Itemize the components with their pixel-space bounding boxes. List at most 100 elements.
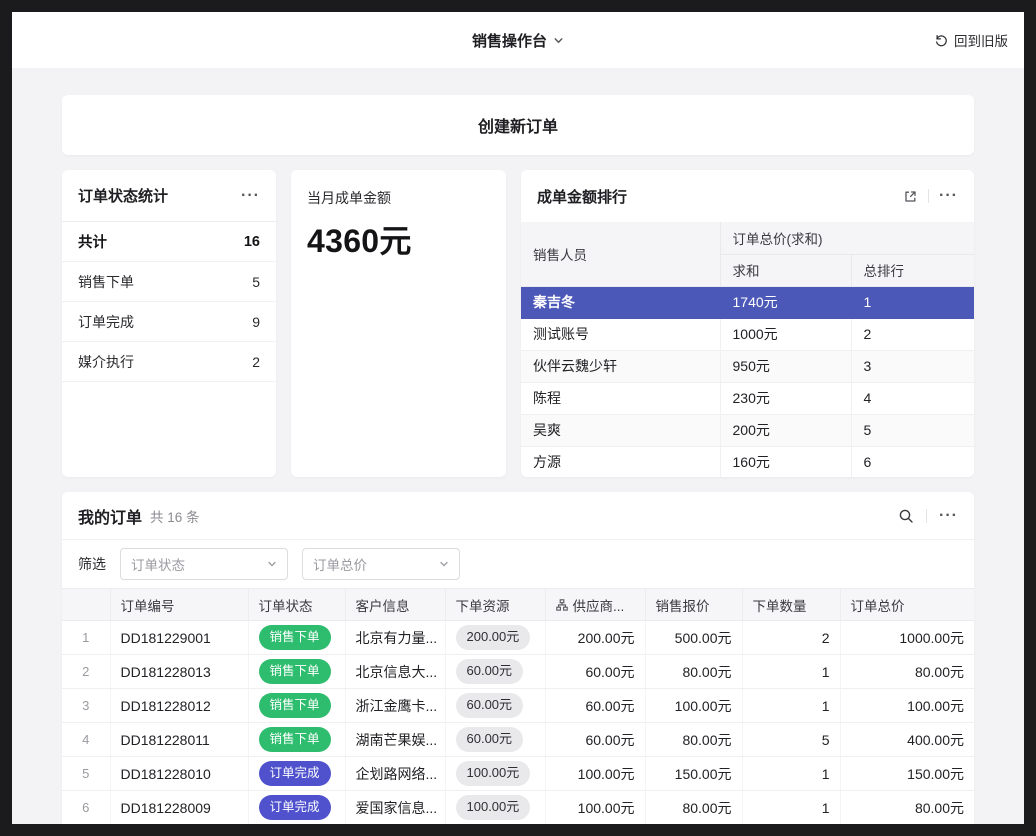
order-row[interactable]: 2 DD181228013 销售下单 北京信息大... 60.00元 60.00… bbox=[62, 655, 974, 689]
filter-label: 筛选 bbox=[78, 554, 106, 574]
dashboard-cards-row: 订单状态统计 ··· 共计 16 销售下单 5 订单完成 9 媒介执行 2 bbox=[62, 170, 974, 477]
stat-label: 共计 bbox=[78, 231, 107, 252]
more-menu-icon[interactable]: ··· bbox=[241, 188, 260, 204]
filter-row: 筛选 订单状态 订单总价 bbox=[62, 540, 974, 588]
order-no-cell: DD181228012 bbox=[110, 689, 248, 723]
month-amount-card: 当月成单金额 4360元 bbox=[291, 170, 506, 477]
status-cell: 订单完成 bbox=[248, 791, 345, 825]
supplier-cell: 60.00元 bbox=[545, 655, 645, 689]
resource-cell: 60.00元 bbox=[445, 723, 545, 757]
orders-count: 共 16 条 bbox=[150, 506, 200, 526]
col-order-no[interactable]: 订单编号 bbox=[110, 589, 248, 621]
ranking-row[interactable]: 伙伴云魏少轩 950元 3 bbox=[521, 350, 974, 382]
chevron-down-icon bbox=[267, 559, 277, 569]
orders-table-header-row: 订单编号 订单状态 客户信息 下单资源 bbox=[62, 589, 974, 621]
stat-label: 销售下单 bbox=[78, 272, 134, 292]
ranking-col-person: 销售人员 bbox=[521, 222, 720, 286]
ranking-row[interactable]: 陈程 230元 4 bbox=[521, 382, 974, 414]
col-supplier[interactable]: 供应商... bbox=[545, 589, 645, 621]
ranking-row[interactable]: 测试账号 1000元 2 bbox=[521, 318, 974, 350]
ranking-row-selected[interactable]: 秦吉冬 1740元 1 bbox=[521, 286, 974, 318]
customer-cell: 湖南芒果娱... bbox=[345, 723, 445, 757]
order-row[interactable]: 1 DD181229001 销售下单 北京有力量... 200.00元 200.… bbox=[62, 621, 974, 655]
amount-value: 4360元 bbox=[307, 216, 490, 262]
ranking-row[interactable]: 方源 160元 6 bbox=[521, 446, 974, 477]
stat-row-done[interactable]: 订单完成 9 bbox=[62, 302, 276, 342]
col-quote[interactable]: 销售报价 bbox=[645, 589, 742, 621]
quote-cell: 80.00元 bbox=[645, 791, 742, 825]
export-icon[interactable] bbox=[903, 189, 918, 204]
col-qty[interactable]: 下单数量 bbox=[742, 589, 840, 621]
more-menu-icon[interactable]: ··· bbox=[939, 188, 958, 204]
status-badge: 订单完成 bbox=[259, 795, 331, 819]
status-cell: 销售下单 bbox=[248, 723, 345, 757]
back-label: 回到旧版 bbox=[954, 30, 1008, 50]
create-order-label: 创建新订单 bbox=[478, 113, 558, 137]
stat-value: 2 bbox=[252, 354, 260, 370]
total-cell: 80.00元 bbox=[840, 655, 974, 689]
page-title: 销售操作台 bbox=[472, 30, 547, 51]
resource-pill: 200.00元 bbox=[456, 625, 531, 650]
row-index: 3 bbox=[62, 689, 110, 723]
col-status[interactable]: 订单状态 bbox=[248, 589, 345, 621]
resource-pill: 60.00元 bbox=[456, 693, 524, 718]
total-cell: 100.00元 bbox=[840, 689, 974, 723]
total-cell: 80.00元 bbox=[840, 791, 974, 825]
order-row[interactable]: 5 DD181228010 订单完成 企划路网络... 100.00元 100.… bbox=[62, 757, 974, 791]
qty-cell: 5 bbox=[742, 723, 840, 757]
more-menu-icon[interactable]: ··· bbox=[939, 508, 958, 524]
qty-cell: 2 bbox=[742, 621, 840, 655]
customer-cell: 浙江金鹰卡... bbox=[345, 689, 445, 723]
order-row[interactable]: 4 DD181228011 销售下单 湖南芒果娱... 60.00元 60.00… bbox=[62, 723, 974, 757]
ranking-row[interactable]: 吴爽 200元 5 bbox=[521, 414, 974, 446]
stat-label: 订单完成 bbox=[78, 312, 134, 332]
col-resource[interactable]: 下单资源 bbox=[445, 589, 545, 621]
orders-table: 订单编号 订单状态 客户信息 下单资源 bbox=[62, 588, 974, 824]
customer-cell: 企划路网络... bbox=[345, 757, 445, 791]
supplier-cell: 100.00元 bbox=[545, 791, 645, 825]
resource-cell: 60.00元 bbox=[445, 655, 545, 689]
stat-row-sale[interactable]: 销售下单 5 bbox=[62, 262, 276, 302]
chevron-down-icon bbox=[553, 35, 564, 46]
rank-sum-cell: 950元 bbox=[720, 350, 851, 382]
resource-pill: 60.00元 bbox=[456, 659, 524, 684]
total-cell: 150.00元 bbox=[840, 757, 974, 791]
qty-cell: 1 bbox=[742, 757, 840, 791]
rank-rank-cell: 1 bbox=[851, 286, 974, 318]
order-no-cell: DD181228011 bbox=[110, 723, 248, 757]
ranking-card-header: 成单金额排行 ··· bbox=[521, 170, 974, 222]
search-icon[interactable] bbox=[898, 508, 914, 524]
stat-label: 媒介执行 bbox=[78, 352, 134, 372]
content-area: 创建新订单 订单状态统计 ··· 共计 16 销售下单 5 订单完成 bbox=[12, 68, 1024, 824]
order-status-filter-select[interactable]: 订单状态 bbox=[120, 548, 288, 580]
back-to-old-version[interactable]: 回到旧版 bbox=[934, 12, 1008, 68]
create-order-button[interactable]: 创建新订单 bbox=[62, 95, 974, 155]
ranking-col-group: 订单总价(求和) bbox=[720, 222, 974, 254]
order-no-cell: DD181228010 bbox=[110, 757, 248, 791]
col-total[interactable]: 订单总价 bbox=[840, 589, 974, 621]
rank-rank-cell: 2 bbox=[851, 318, 974, 350]
customer-cell: 北京信息大... bbox=[345, 655, 445, 689]
customer-cell: 北京有力量... bbox=[345, 621, 445, 655]
stat-row-total[interactable]: 共计 16 bbox=[62, 222, 276, 262]
rank-name-cell: 伙伴云魏少轩 bbox=[521, 350, 720, 382]
stat-row-media[interactable]: 媒介执行 2 bbox=[62, 342, 276, 382]
page-title-dropdown[interactable]: 销售操作台 bbox=[472, 30, 564, 51]
order-row[interactable]: 6 DD181228009 订单完成 爱国家信息... 100.00元 100.… bbox=[62, 791, 974, 825]
row-index: 6 bbox=[62, 791, 110, 825]
lookup-icon bbox=[556, 599, 568, 611]
divider bbox=[926, 509, 927, 523]
rank-name-cell: 吴爽 bbox=[521, 414, 720, 446]
topbar: 销售操作台 回到旧版 bbox=[12, 12, 1024, 68]
status-badge: 订单完成 bbox=[259, 761, 331, 785]
status-cell: 订单完成 bbox=[248, 757, 345, 791]
amount-label: 当月成单金额 bbox=[307, 188, 490, 208]
orders-header-actions: ··· bbox=[898, 508, 958, 524]
order-total-filter-select[interactable]: 订单总价 bbox=[302, 548, 460, 580]
order-row[interactable]: 3 DD181228012 销售下单 浙江金鹰卡... 60.00元 60.00… bbox=[62, 689, 974, 723]
quote-cell: 150.00元 bbox=[645, 757, 742, 791]
col-customer[interactable]: 客户信息 bbox=[345, 589, 445, 621]
select-placeholder: 订单状态 bbox=[131, 554, 185, 574]
quote-cell: 80.00元 bbox=[645, 723, 742, 757]
status-badge: 销售下单 bbox=[259, 727, 331, 751]
